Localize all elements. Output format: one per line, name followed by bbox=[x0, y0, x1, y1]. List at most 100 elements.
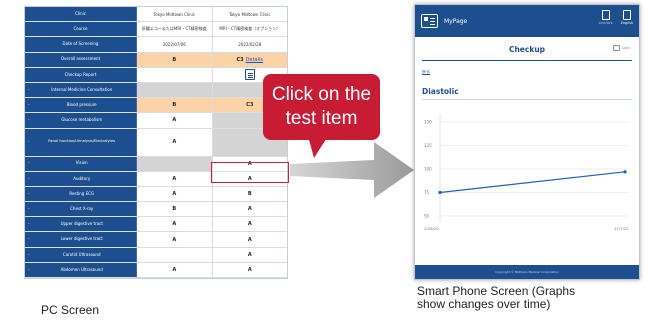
mypage-logo-icon bbox=[421, 14, 438, 28]
table-row[interactable]: Date of Screening 2022/07/06 2022/02/28 bbox=[25, 37, 288, 53]
clinic-row: Clinic Tokyo Midtown Clinic Tokyo Midtow… bbox=[25, 7, 287, 23]
page-title: Checkup bbox=[422, 45, 632, 61]
section-title: Diastolic bbox=[422, 87, 632, 100]
table-cell[interactable]: A bbox=[137, 113, 213, 128]
phone-body: Checkup Save 戻る Diastolic 150 125 100 75 50 2… bbox=[415, 37, 639, 240]
data-point bbox=[623, 170, 627, 174]
table-cell[interactable]: A bbox=[213, 248, 288, 262]
y-tick-label: 100 bbox=[424, 167, 432, 172]
row-label[interactable]: - Renal function/Urinalysis/Electrolytes bbox=[25, 128, 137, 156]
smartphone-screen: MyPage Link/Ack English Checkup Save 戻る … bbox=[414, 4, 640, 280]
row-label[interactable]: - Glucose metabolism bbox=[25, 113, 137, 128]
table-cell[interactable] bbox=[137, 67, 213, 82]
table-row[interactable]: Overall assessment B C3 Details bbox=[25, 52, 287, 68]
table-cell[interactable]: A bbox=[213, 202, 288, 216]
row-label[interactable]: Course bbox=[25, 22, 137, 37]
row-label-text: Lower digestive tract bbox=[60, 236, 103, 242]
app-footer: Copyright © Midtown Medical Corporation bbox=[415, 265, 639, 279]
table-cell[interactable]: A bbox=[213, 232, 288, 246]
table-cell[interactable]: B bbox=[137, 202, 213, 217]
row-label[interactable]: - Abdomen Ultrasound bbox=[25, 262, 137, 277]
clinic-cell: Tokyo Midtown Clinic bbox=[228, 11, 271, 17]
table-cell[interactable]: A bbox=[137, 186, 213, 202]
row-label: Clinic bbox=[25, 7, 137, 22]
row-label[interactable]: Overall assessment bbox=[25, 52, 137, 67]
table-row[interactable]: - Internal Medicine Consultation bbox=[25, 82, 287, 99]
series-line bbox=[439, 171, 626, 194]
table-row[interactable]: Course 肝臓エコーまたはMRI・CT精密検査 MRI・CT精密検査（オプション… bbox=[25, 22, 288, 38]
app-header: MyPage Link/Ack English bbox=[415, 5, 639, 37]
table-row[interactable]: - Resting ECG A B bbox=[25, 186, 288, 203]
x-tick-label: 2/28/20 bbox=[424, 226, 439, 231]
row-label[interactable]: - Vision bbox=[25, 156, 137, 171]
table-row[interactable]: - Carotid Ultrasound A bbox=[25, 247, 288, 263]
y-tick-label: 50 bbox=[424, 214, 430, 219]
row-label-text: Chest X-ray bbox=[70, 205, 94, 211]
table-cell[interactable] bbox=[137, 82, 213, 98]
row-label[interactable]: - Lower digestive tract bbox=[25, 232, 137, 247]
table-cell[interactable]: A bbox=[213, 217, 288, 231]
row-label-text: Renal function/Urinalysis/Electrolytes bbox=[48, 139, 116, 144]
table-cell[interactable]: A bbox=[213, 263, 288, 277]
link-button[interactable]: Link/Ack bbox=[599, 10, 613, 25]
table-cell[interactable]: 肝臓エコーまたはMRI・CT精密検査 bbox=[137, 22, 213, 37]
row-label-text: Internal Medicine Consultation bbox=[51, 86, 113, 92]
table-cell[interactable]: B bbox=[213, 187, 288, 201]
table-cell[interactable]: B bbox=[137, 98, 213, 113]
row-label-text: Resting ECG bbox=[69, 190, 95, 196]
row-label[interactable]: Date of Screening bbox=[25, 37, 137, 52]
table-row[interactable]: - Lower digestive tract A A bbox=[25, 232, 288, 248]
back-link[interactable]: 戻る bbox=[422, 69, 632, 75]
table-cell[interactable]: A bbox=[137, 232, 213, 247]
table-row[interactable]: - Abdomen Ultrasound A A bbox=[25, 262, 288, 278]
table-row[interactable]: - Renal function/Urinalysis/Electrolytes A bbox=[25, 128, 287, 157]
row-label[interactable]: Checkup Report bbox=[25, 67, 137, 82]
table-row[interactable]: - Glucose metabolism A bbox=[25, 113, 287, 129]
data-point bbox=[438, 190, 442, 195]
table-cell[interactable]: A bbox=[137, 217, 213, 232]
callout-line-1: Click on the bbox=[271, 84, 372, 106]
table-row[interactable]: - Blood pressure B C3 bbox=[25, 98, 287, 114]
diastolic-line-chart: 150 125 100 75 50 2/28/20 11/7/22 bbox=[424, 114, 629, 231]
row-label-text: Vision bbox=[75, 160, 88, 166]
table-cell[interactable] bbox=[137, 156, 213, 171]
save-icon bbox=[612, 45, 620, 51]
vision-highlight-box bbox=[211, 162, 289, 183]
row-label[interactable]: - Upper digestive tract bbox=[25, 217, 137, 232]
table-cell[interactable]: B bbox=[137, 52, 213, 67]
table-cell[interactable]: A bbox=[137, 171, 213, 186]
link-label: Link/Ack bbox=[598, 21, 613, 25]
row-label-text: Blood pressure bbox=[66, 102, 97, 108]
caption-line-2: show changes over time) bbox=[417, 296, 551, 311]
y-tick-label: 150 bbox=[424, 120, 432, 125]
table-cell[interactable]: MRI・CT精密検査（オプション） bbox=[213, 22, 288, 36]
language-button[interactable]: English bbox=[621, 10, 633, 25]
save-label: Save bbox=[621, 46, 630, 50]
row-label[interactable]: - Blood pressure bbox=[25, 98, 137, 113]
pc-screen-table: Clinic Tokyo Midtown Clinic Tokyo Midtow… bbox=[24, 6, 288, 279]
row-label-text: Upper digestive tract bbox=[60, 221, 103, 227]
callout-line-2: test item bbox=[285, 108, 358, 129]
table-cell[interactable] bbox=[137, 247, 213, 262]
table-cell[interactable]: A bbox=[137, 128, 213, 156]
table-row[interactable]: Checkup Report bbox=[25, 67, 287, 83]
row-label-text: Glucose metabolism bbox=[61, 117, 103, 123]
report-icon[interactable] bbox=[244, 69, 255, 81]
row-label[interactable]: - Auditory bbox=[25, 171, 137, 186]
row-label[interactable]: - Internal Medicine Consultation bbox=[25, 82, 137, 98]
row-label[interactable]: - Carotid Ultrasound bbox=[25, 247, 137, 262]
table-row[interactable]: - Chest X-ray B A bbox=[25, 202, 288, 218]
link-icon bbox=[601, 10, 610, 20]
details-link[interactable]: Details bbox=[246, 57, 263, 63]
table-cell[interactable]: 2022/02/28 bbox=[213, 37, 288, 51]
table-row[interactable]: - Upper digestive tract A A bbox=[25, 217, 288, 233]
save-button[interactable]: Save bbox=[612, 45, 630, 51]
table-cell[interactable]: 2022/07/06 bbox=[137, 37, 213, 52]
table-cell[interactable]: C3 Details bbox=[212, 52, 287, 67]
row-label[interactable]: - Resting ECG bbox=[25, 186, 137, 202]
language-label: English bbox=[620, 21, 633, 25]
header-actions: Link/Ack English bbox=[599, 10, 633, 25]
table-cell[interactable]: A bbox=[137, 262, 213, 277]
row-label[interactable]: - Chest X-ray bbox=[25, 202, 137, 217]
row-label-text: Carotid Ultrasound bbox=[62, 251, 101, 257]
